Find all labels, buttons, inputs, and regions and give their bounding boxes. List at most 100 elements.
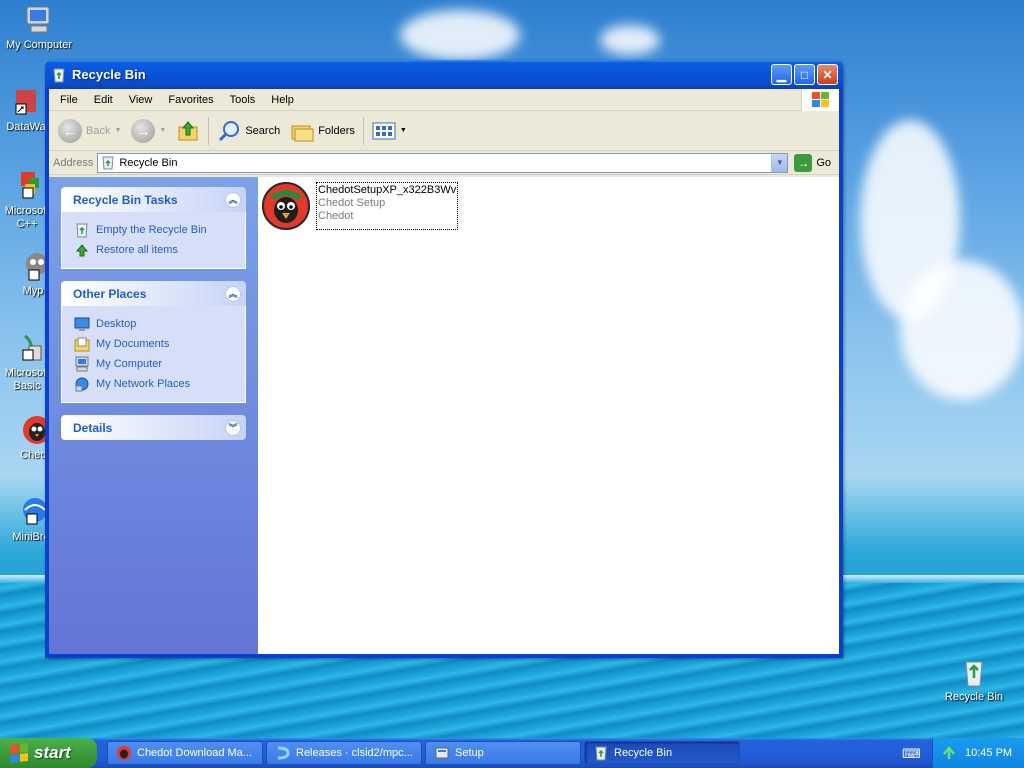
start-button[interactable]: start <box>0 738 97 768</box>
file-list-pane[interactable]: ChedotSetupXP_x322B3Wv Chedot Setup Ched… <box>258 177 839 654</box>
address-value: Recycle Bin <box>119 156 178 169</box>
menu-bar: File Edit View Favorites Tools Help <box>49 89 839 111</box>
link-label: My Network Places <box>96 378 191 390</box>
menu-favorites[interactable]: Favorites <box>160 94 221 106</box>
recycle-bin-icon <box>102 156 114 169</box>
browser-icon <box>277 746 290 760</box>
link-label: My Documents <box>96 338 170 350</box>
empty-recycle-bin-link[interactable]: Empty the Recycle Bin <box>74 220 235 240</box>
task-label: Releases · clsid2/mpc... <box>296 747 413 759</box>
task-label: Recycle Bin <box>614 747 673 759</box>
expand-icon[interactable]: ︾ <box>225 419 241 436</box>
keyboard-icon[interactable]: ⌨ <box>902 746 921 762</box>
menu-file[interactable]: File <box>52 94 86 106</box>
clock[interactable]: 10:45 PM <box>965 747 1012 759</box>
content-area: Recycle Bin Tasks ︽ Empty the Recycle Bi… <box>49 177 839 654</box>
taskbar-item-releases[interactable]: Releases · clsid2/mpc... <box>266 741 422 765</box>
my-network-places-link[interactable]: My Network Places <box>74 374 235 394</box>
my-documents-link[interactable]: My Documents <box>74 334 235 354</box>
back-button[interactable]: ← Back ▼ <box>53 115 126 147</box>
shortcut-icon <box>15 496 47 528</box>
my-computer-icon <box>75 356 89 372</box>
link-label: Restore all items <box>96 244 178 256</box>
recycle-tray-icon[interactable] <box>941 745 957 761</box>
go-button[interactable]: → Go <box>794 153 831 172</box>
address-input[interactable]: Recycle Bin ▼ <box>97 152 789 173</box>
collapse-icon[interactable]: ︽ <box>225 191 241 208</box>
chevron-down-icon: ▼ <box>399 127 407 134</box>
my-computer-icon <box>23 4 55 36</box>
start-label: start <box>34 743 71 762</box>
taskbar-item-chedot[interactable]: Chedot Download Ma... <box>107 741 263 765</box>
views-icon <box>372 122 396 139</box>
minimize-icon: ▁ <box>776 67 787 82</box>
link-label: Empty the Recycle Bin <box>96 224 207 236</box>
recycle-bin-icon <box>53 68 65 82</box>
cloud <box>600 25 660 55</box>
go-label: Go <box>816 156 831 169</box>
chevron-down-icon: ▼ <box>775 158 784 167</box>
panel-header[interactable]: Recycle Bin Tasks ︽ <box>61 187 246 212</box>
desktop-icon-my-computer[interactable]: My Computer <box>2 4 76 52</box>
cloud <box>400 10 520 60</box>
toolbar: ← Back ▼ → ▼ Search Folders ▼ <box>49 111 839 151</box>
link-label: Desktop <box>96 318 137 330</box>
file-label: ChedotSetupXP_x322B3Wv Chedot Setup Ched… <box>316 182 459 230</box>
chedot-icon <box>117 746 131 760</box>
setup-icon <box>435 747 449 759</box>
my-computer-link[interactable]: My Computer <box>74 354 235 374</box>
menu-edit[interactable]: Edit <box>86 94 121 106</box>
file-description: Chedot Setup <box>318 197 386 209</box>
folders-button[interactable]: Folders <box>285 115 360 147</box>
panel-title: Details <box>73 420 113 435</box>
windows-logo-icon <box>801 89 839 111</box>
menu-view[interactable]: View <box>121 94 161 106</box>
system-tray: 10:45 PM <box>932 738 1024 768</box>
menu-tools[interactable]: Tools <box>222 94 264 106</box>
recycle-bin-icon <box>595 746 607 761</box>
desktop-icon-label: My Computer <box>5 39 73 51</box>
search-button[interactable]: Search <box>212 115 285 147</box>
collapse-icon[interactable]: ︽ <box>225 285 241 302</box>
close-button[interactable]: ✕ <box>817 64 838 85</box>
explorer-window: Recycle Bin ▁ □ ✕ File Edit View Favorit… <box>45 60 843 658</box>
cloud <box>900 260 1024 400</box>
desktop-icon <box>74 317 90 331</box>
taskbar-item-recycle-bin[interactable]: Recycle Bin <box>584 741 740 765</box>
folders-icon <box>291 125 314 141</box>
address-bar: Address Recycle Bin ▼ → Go <box>49 151 839 175</box>
task-label: Setup <box>455 747 484 759</box>
recycle-bin-icon <box>76 223 88 238</box>
up-folder-icon <box>178 120 198 140</box>
panel-header[interactable]: Other Places ︽ <box>61 281 246 306</box>
my-documents-icon <box>74 337 90 352</box>
search-icon <box>219 120 240 141</box>
minimize-button[interactable]: ▁ <box>771 64 792 85</box>
go-arrow-icon: → <box>794 153 813 172</box>
panel-title: Other Places <box>73 286 147 301</box>
restore-all-items-link[interactable]: Restore all items <box>74 240 235 260</box>
recycle-bin-icon <box>958 656 990 688</box>
menu-help[interactable]: Help <box>263 94 302 106</box>
taskbar: start Chedot Download Ma... Releases · c… <box>0 738 1024 768</box>
title-bar[interactable]: Recycle Bin ▁ □ ✕ <box>45 60 843 89</box>
back-arrow-icon: ← <box>58 118 82 143</box>
up-folder-button[interactable] <box>171 115 205 147</box>
desktop-link[interactable]: Desktop <box>74 314 235 334</box>
restore-icon <box>75 244 89 257</box>
windows-flag-icon <box>10 743 28 763</box>
shortcut-icon <box>11 170 43 202</box>
maximize-button[interactable]: □ <box>794 64 815 85</box>
folders-label: Folders <box>318 124 355 137</box>
file-name: ChedotSetupXP_x322B3Wv <box>318 184 457 196</box>
forward-button[interactable]: → ▼ <box>126 115 171 147</box>
panel-header[interactable]: Details ︾ <box>61 415 246 440</box>
file-item[interactable]: ChedotSetupXP_x322B3Wv Chedot Setup Ched… <box>262 182 459 230</box>
forward-arrow-icon: → <box>131 118 156 143</box>
taskbar-item-setup[interactable]: Setup <box>425 741 581 765</box>
chevron-down-icon: ▼ <box>159 127 167 134</box>
address-dropdown-button[interactable]: ▼ <box>771 153 788 172</box>
desktop-icon-recycle-bin[interactable]: Recycle Bin <box>937 656 1011 704</box>
chedot-icon <box>262 182 310 230</box>
views-button[interactable]: ▼ <box>367 115 412 147</box>
